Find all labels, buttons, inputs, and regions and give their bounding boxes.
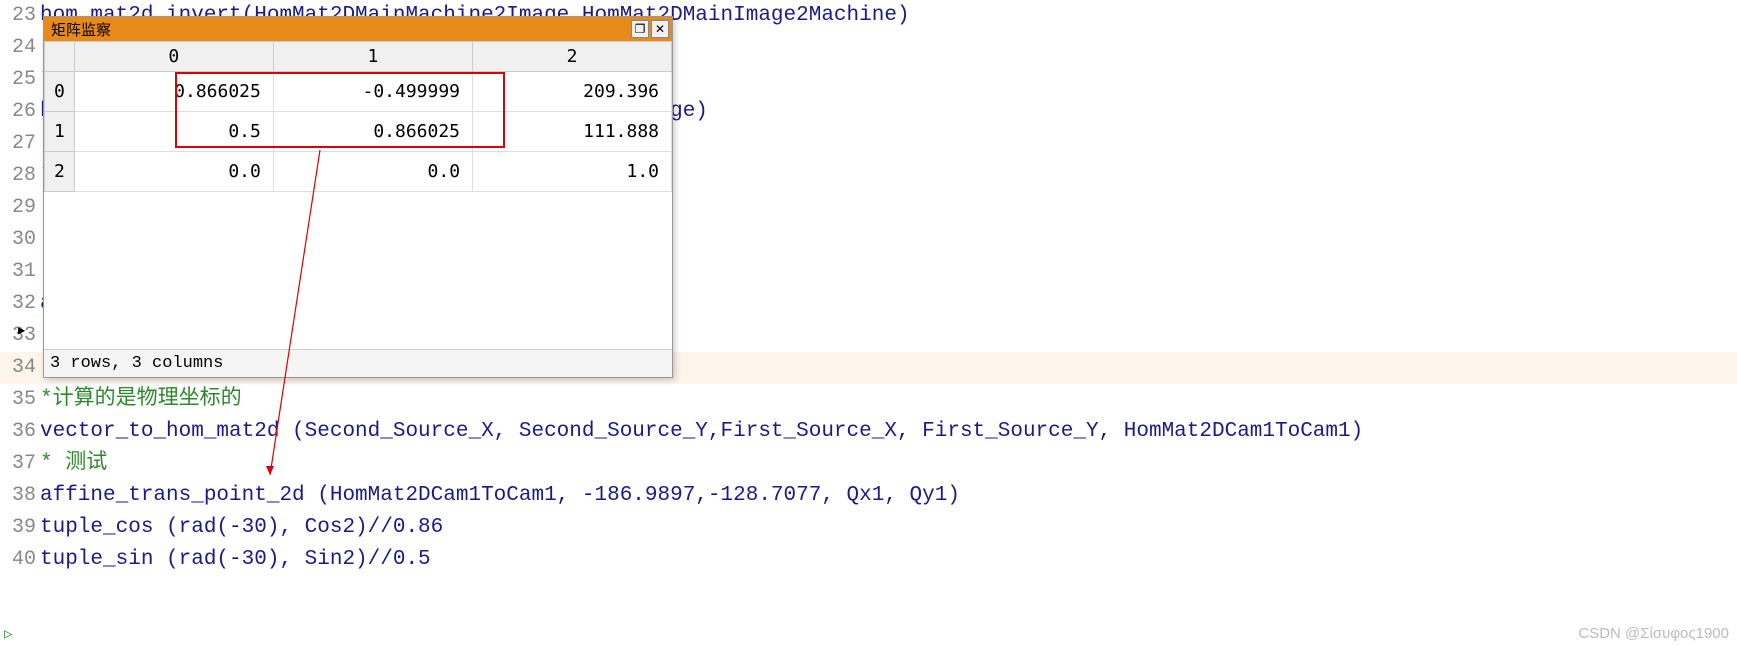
matrix-table-container: 0 1 2 0 0.866025 -0.499999 209.396 1 0.5… (44, 41, 672, 349)
code-line[interactable]: 37 * 测试 (0, 448, 1737, 480)
line-number: 25 (0, 64, 38, 96)
line-number: 39 (0, 512, 38, 544)
matrix-cell[interactable]: 0.0 (273, 152, 472, 192)
matrix-col-header[interactable]: 2 (473, 42, 672, 72)
matrix-cell[interactable]: 0.5 (74, 112, 273, 152)
matrix-col-header[interactable]: 1 (273, 42, 472, 72)
line-number: 27 (0, 128, 38, 160)
matrix-row: 0 0.866025 -0.499999 209.396 (45, 72, 672, 112)
watermark-text: CSDN @Σίσυφος1900 (1578, 625, 1729, 642)
line-number: 29 (0, 192, 38, 224)
line-number: 35 (0, 384, 38, 416)
matrix-col-header[interactable]: 0 (74, 42, 273, 72)
matrix-cell[interactable]: 0.866025 (74, 72, 273, 112)
line-number: 38 (0, 480, 38, 512)
line-number: 30 (0, 224, 38, 256)
matrix-titlebar[interactable]: 矩阵监察 ❐ ✕ (44, 17, 672, 41)
matrix-table[interactable]: 0 1 2 0 0.866025 -0.499999 209.396 1 0.5… (44, 41, 672, 192)
line-number: 37 (0, 448, 38, 480)
code-line[interactable]: 39 tuple_cos (rad(-30), Cos2)//0.86 (0, 512, 1737, 544)
line-number: 24 (0, 32, 38, 64)
matrix-cell[interactable]: 209.396 (473, 72, 672, 112)
code-line[interactable]: 36 vector_to_hom_mat2d (Second_Source_X,… (0, 416, 1737, 448)
code-text: * 测试 (38, 448, 107, 480)
matrix-corner-cell (45, 42, 75, 72)
matrix-cell[interactable]: 0.0 (74, 152, 273, 192)
line-number: 23 (0, 0, 38, 32)
code-line[interactable]: 40 tuple_sin (rad(-30), Sin2)//0.5 (0, 544, 1737, 576)
matrix-header-row: 0 1 2 (45, 42, 672, 72)
line-number: 31 (0, 256, 38, 288)
code-text: vector_to_hom_mat2d (Second_Source_X, Se… (38, 416, 1363, 448)
close-icon[interactable]: ✕ (651, 20, 669, 38)
titlebar-buttons: ❐ ✕ (631, 20, 669, 38)
matrix-status-bar: 3 rows, 3 columns (44, 349, 672, 377)
matrix-cell[interactable]: 111.888 (473, 112, 672, 152)
matrix-row-header[interactable]: 1 (45, 112, 75, 152)
matrix-cell[interactable]: 1.0 (473, 152, 672, 192)
line-number: 36 (0, 416, 38, 448)
matrix-row: 2 0.0 0.0 1.0 (45, 152, 672, 192)
matrix-inspector-window[interactable]: 矩阵监察 ❐ ✕ 0 1 2 0 0.866025 -0.499999 209.… (43, 16, 673, 378)
matrix-cell[interactable]: -0.499999 (273, 72, 472, 112)
code-text: tuple_sin (rad(-30), Sin2)//0.5 (38, 544, 431, 576)
matrix-cell[interactable]: 0.866025 (273, 112, 472, 152)
breakpoint-marker-icon: ▶ (18, 323, 25, 338)
line-number: 26 (0, 96, 38, 128)
code-text: tuple_cos (rad(-30), Cos2)//0.86 (38, 512, 443, 544)
matrix-row-header[interactable]: 0 (45, 72, 75, 112)
matrix-row-header[interactable]: 2 (45, 152, 75, 192)
code-line[interactable]: 38 affine_trans_point_2d (HomMat2DCam1To… (0, 480, 1737, 512)
line-number: 34 (0, 352, 38, 384)
code-text: affine_trans_point_2d (HomMat2DCam1ToCam… (38, 480, 960, 512)
matrix-row: 1 0.5 0.866025 111.888 (45, 112, 672, 152)
code-line[interactable]: 35 *计算的是物理坐标的 (0, 384, 1737, 416)
line-number: 28 (0, 160, 38, 192)
restore-icon[interactable]: ❐ (631, 20, 649, 38)
line-number: 40 (0, 544, 38, 576)
execute-cursor-icon: ▷ (4, 626, 12, 643)
window-title: 矩阵监察 (47, 19, 111, 40)
code-text: *计算的是物理坐标的 (38, 384, 242, 416)
line-number: 32 (0, 288, 38, 320)
